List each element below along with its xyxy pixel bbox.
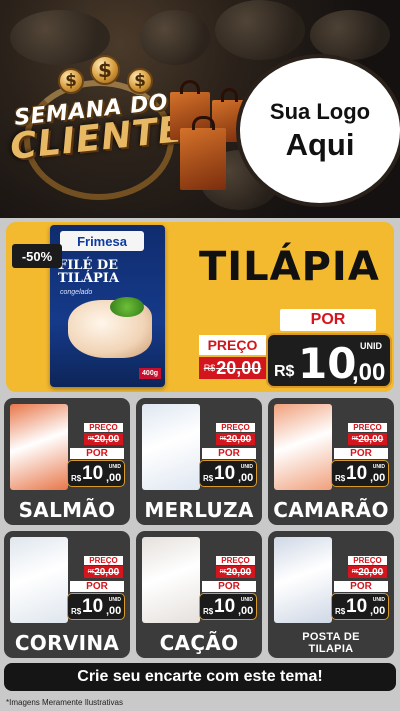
product-card[interactable]: PREÇO R$ 20,00 POR R$ 10,00 UNID MERLUZA — [136, 398, 262, 525]
new-price-label: POR — [70, 581, 124, 592]
coin-decoration — [140, 10, 210, 65]
new-price: R$ 10,00 UNID — [67, 593, 125, 620]
featured-product-name: TILÁPIA — [199, 244, 380, 290]
old-price: R$ 20,00 — [84, 566, 123, 578]
dollar-coin-icon: $ — [90, 55, 120, 85]
product-card[interactable]: PREÇO R$ 20,00 POR R$ 10,00 UNID SALMÃO — [4, 398, 130, 525]
coin-decoration — [215, 0, 305, 60]
croaker-pack-image — [10, 537, 68, 623]
product-name: MERLUZA — [144, 498, 254, 522]
old-price-label: PREÇO — [348, 556, 387, 565]
new-price-label: POR — [202, 448, 256, 459]
old-price: R$ 20,00 — [348, 566, 387, 578]
new-price: R$ 10,00 UNID — [331, 593, 389, 620]
old-price-label: PREÇO — [348, 423, 387, 432]
package-weight: 400g — [139, 368, 161, 379]
new-price: R$ 10,00 UNID — [199, 593, 257, 620]
shrimp-pack-image — [274, 404, 332, 490]
old-price: R$ 20,00 — [84, 433, 123, 445]
product-name: SALMÃO — [18, 498, 116, 522]
salad-garnish-image — [110, 297, 144, 317]
logo-placeholder-line2: Aqui — [285, 126, 355, 162]
new-price: R$ 10,00 UNID — [199, 460, 257, 487]
dollar-coin-icon: $ — [58, 68, 84, 94]
new-price-label: POR — [70, 448, 124, 459]
new-price-label: POR — [202, 581, 256, 592]
coin-decoration — [10, 10, 110, 65]
header-banner: $ $ $ SEMANA DO CLIENTE Sua Logo Aqui — [0, 0, 400, 218]
logo-placeholder-line1: Sua Logo — [269, 98, 371, 124]
product-card[interactable]: PREÇO R$ 20,00 POR R$ 10,00 UNID CAMARÃO — [268, 398, 394, 525]
new-price-label: POR — [280, 309, 376, 331]
product-name: POSTA DE TILAPIA — [302, 631, 360, 655]
old-price-label: PREÇO — [216, 556, 255, 565]
package-title: FILÉ DE TILÁPIA — [58, 258, 119, 286]
old-price: R$ 20,00 — [199, 357, 266, 379]
new-price: R$ 10,00 UNID — [67, 460, 125, 487]
old-price: R$ 20,00 — [216, 566, 255, 578]
old-price: R$ 20,00 — [216, 433, 255, 445]
tilapia-package-image: Frimesa FILÉ DE TILÁPIA congelado 400g — [50, 225, 165, 387]
product-card[interactable]: PREÇO R$ 20,00 POR R$ 10,00 UNID CORVINA — [4, 531, 130, 658]
shark-steak-pack-image — [142, 537, 200, 623]
product-card[interactable]: PREÇO R$ 20,00 POR R$ 10,00 UNID CAÇÃO — [136, 531, 262, 658]
discount-badge: -50% — [12, 244, 62, 268]
old-price-label: PREÇO — [199, 335, 266, 355]
package-subtitle: congelado — [60, 289, 93, 296]
new-price: R$ 10 ,00 UNID — [266, 333, 392, 388]
hake-pack-image — [142, 404, 200, 490]
cta-banner[interactable]: Crie seu encarte com este tema! — [4, 663, 396, 691]
product-name: CAÇÃO — [159, 631, 239, 655]
product-name: CAMARÃO — [273, 498, 389, 522]
new-price-label: POR — [334, 581, 388, 592]
package-brand: Frimesa — [60, 231, 144, 251]
product-name: CORVINA — [14, 631, 120, 655]
product-card[interactable]: PREÇO R$ 20,00 POR R$ 10,00 UNID POSTA DE TI… — [268, 531, 394, 658]
old-price-label: PREÇO — [216, 423, 255, 432]
logo-placeholder[interactable]: Sua Logo Aqui — [240, 58, 400, 203]
tilapia-steak-pack-image — [274, 537, 332, 623]
old-price-label: PREÇO — [84, 423, 123, 432]
disclaimer-text: *Imagens Meramente Ilustrativas — [6, 698, 123, 707]
old-price-label: PREÇO — [84, 556, 123, 565]
new-price: R$ 10,00 UNID — [331, 460, 389, 487]
new-price-label: POR — [334, 448, 388, 459]
coin-decoration — [310, 10, 390, 60]
shopping-bag-icon — [180, 116, 226, 190]
salmon-pack-image — [10, 404, 68, 490]
dollar-coin-icon: $ — [127, 68, 153, 94]
old-price: R$ 20,00 — [348, 433, 387, 445]
